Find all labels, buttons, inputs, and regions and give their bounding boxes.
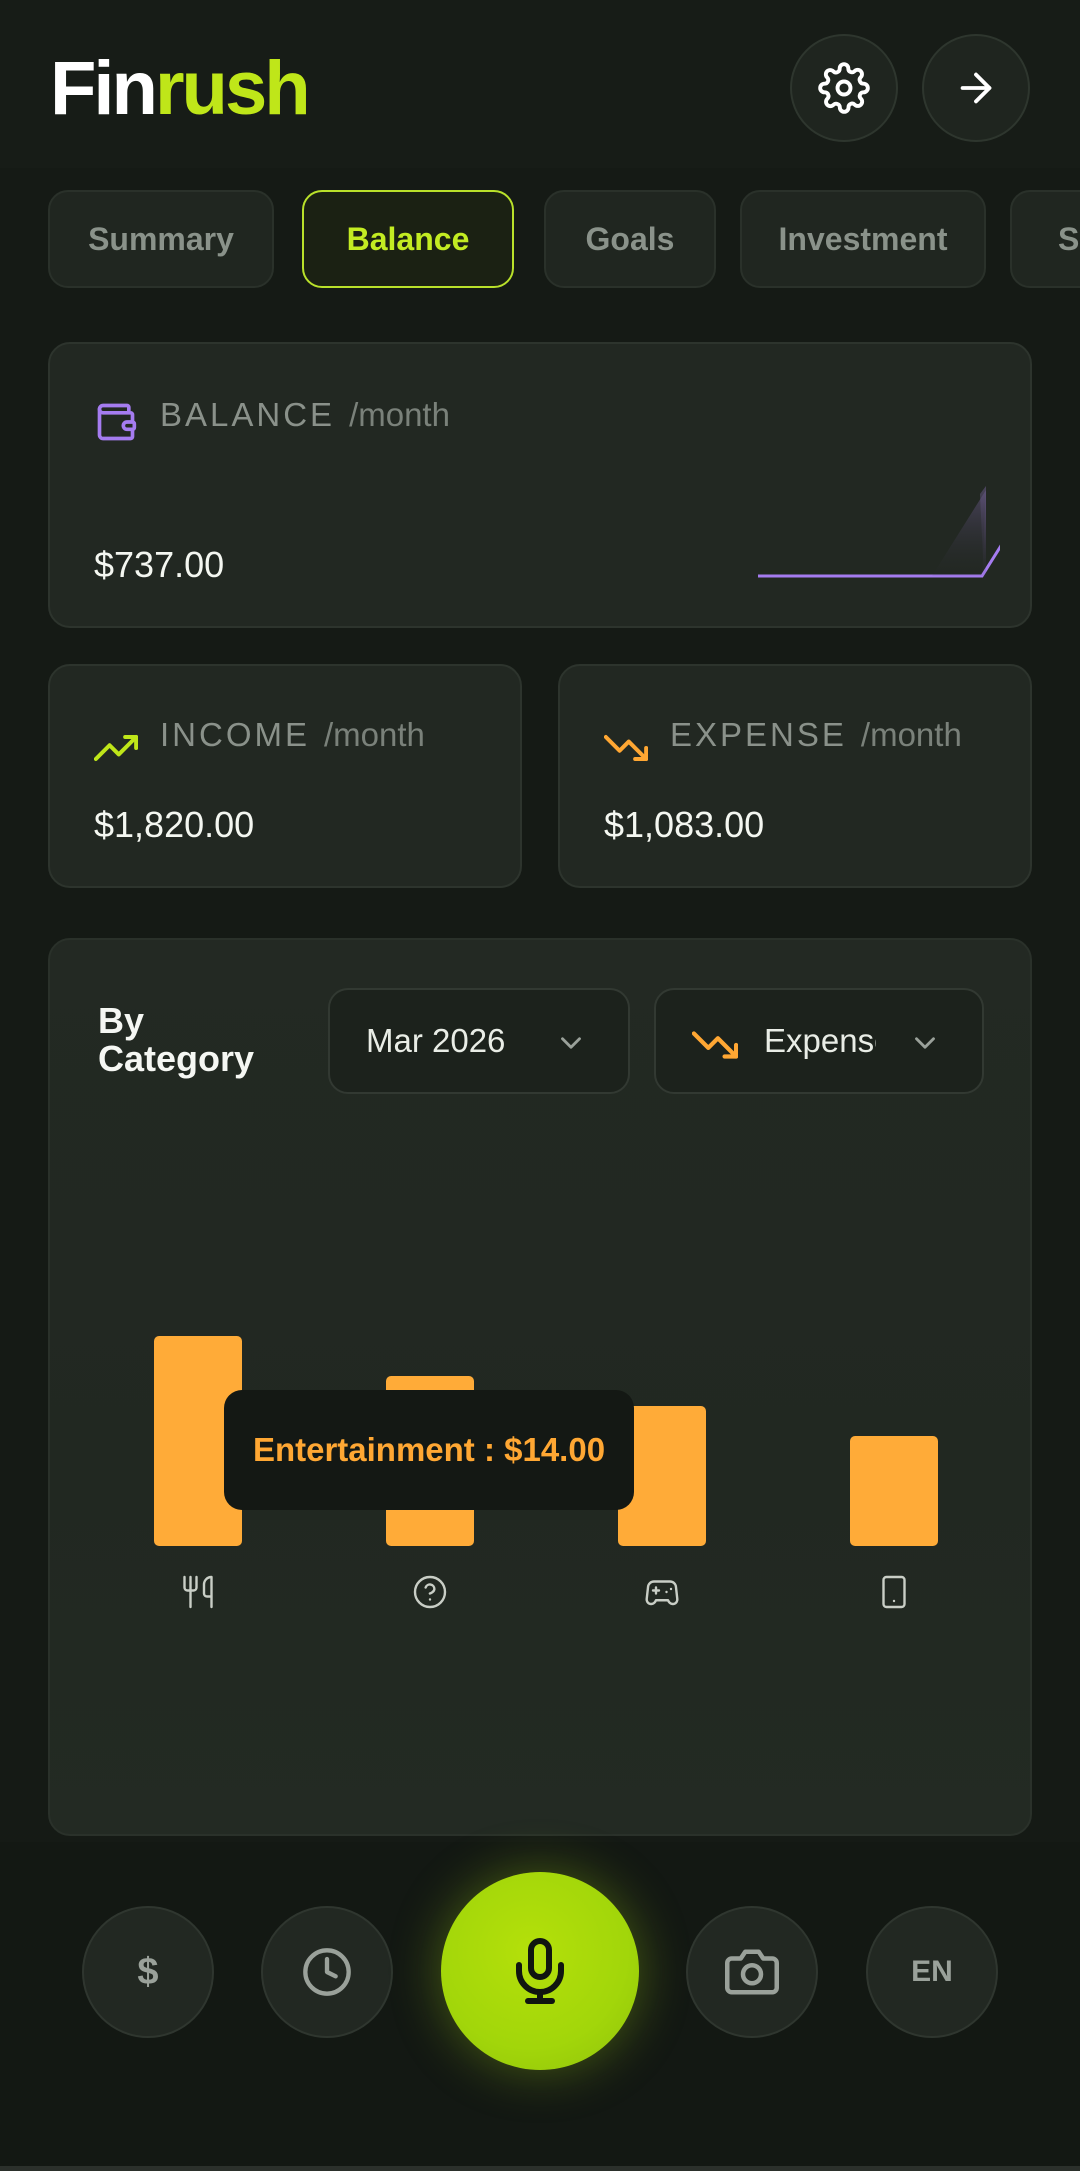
expense-amount: $1,083.00 [604,804,765,845]
tab-savings[interactable]: Savings [1010,190,1080,288]
arrow-right-icon [960,72,992,104]
trending-down-icon [692,1031,738,1059]
microphone-icon [516,1938,564,2004]
gamepad-icon [645,1580,679,1606]
camera-icon [725,1949,779,1995]
expense-label: EXPENSE/month [670,716,962,754]
bar-phone[interactable] [850,1436,938,1546]
home-indicator [0,2166,1080,2171]
category-title: By Category [98,1002,254,1078]
month-select-value: Mar 2026 [366,1022,506,1059]
balance-amount: $737.00 [94,544,225,585]
camera-button[interactable] [686,1906,818,2038]
language-label: EN [911,1955,953,1988]
help-circle-icon [413,1575,447,1609]
chevron-down-icon [915,1037,935,1049]
currency-symbol: $ [137,1950,159,1993]
tab-bar: Summary Balance Goals Investment Savings [0,188,1080,292]
history-button[interactable] [261,1906,393,2038]
income-card[interactable]: INCOME/month $1,820.00 [48,664,522,888]
category-card: By Category Mar 2026 Expense Entertainme… [48,938,1032,1836]
tab-summary[interactable]: Summary [48,190,274,288]
expense-label-text: EXPENSE [670,716,847,753]
tab-investment[interactable]: Investment [740,190,986,288]
income-amount: $1,820.00 [94,804,255,845]
chart-tooltip: Entertainment : $14.00 [224,1390,634,1510]
wallet-icon [97,403,137,441]
month-select[interactable]: Mar 2026 [328,988,630,1094]
logo-fin: Fin [50,46,158,131]
chevron-down-icon [561,1037,581,1049]
tab-balance[interactable]: Balance [302,190,514,288]
expense-card[interactable]: EXPENSE/month $1,083.00 [558,664,1032,888]
expense-period: /month [860,716,962,753]
balance-period: /month [349,396,450,433]
tab-goals[interactable]: Goals [544,190,716,288]
category-title-line1: By [98,1000,145,1041]
logo-rush: rush [154,46,311,131]
voice-input-button[interactable] [441,1872,639,2070]
category-chart [154,1336,938,1609]
income-label-text: INCOME [160,716,310,753]
category-title-line2: Category [98,1038,255,1079]
type-select[interactable]: Expense [654,988,984,1094]
language-button[interactable]: EN [866,1906,998,2038]
app-logo: Finrush [50,44,311,134]
logout-button[interactable] [922,34,1030,142]
balance-label-text: BALANCE [160,396,336,433]
balance-sparkline [758,486,1000,580]
utensils-icon [183,1575,213,1609]
clock-icon [303,1948,351,1996]
income-period: /month [324,716,425,753]
income-label: INCOME/month [160,716,425,754]
trending-up-icon [94,734,138,762]
type-select-value: Expense [764,1022,876,1059]
gear-icon [818,62,870,114]
currency-button[interactable]: $ [82,1906,214,2038]
balance-card[interactable]: BALANCE/month $737.00 [48,342,1032,628]
trending-down-icon [604,734,648,762]
balance-label: BALANCE/month [160,396,450,434]
settings-button[interactable] [790,34,898,142]
app-header: Finrush [0,0,1080,168]
smartphone-icon [882,1575,906,1609]
